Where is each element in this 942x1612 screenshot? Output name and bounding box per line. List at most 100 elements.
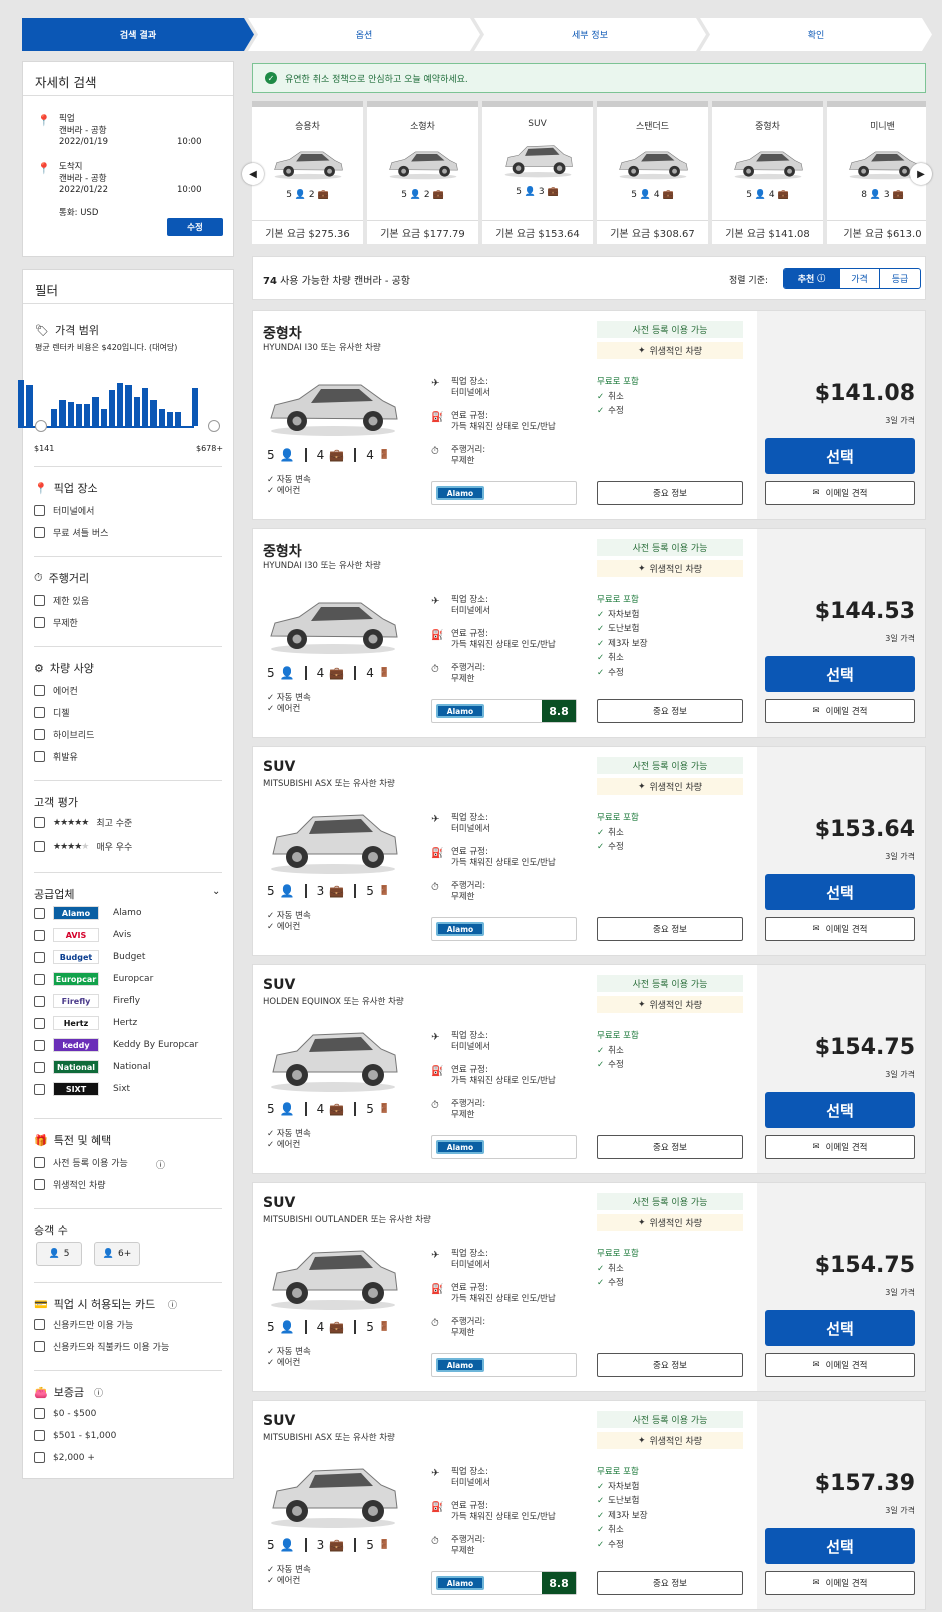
car-specs: 5 👤 4 💼 4 🚪 <box>267 448 400 462</box>
price-slider-min-handle[interactable] <box>35 420 47 432</box>
category-price: 기본 요금 $177.79 <box>367 220 478 244</box>
checkbox[interactable] <box>34 1179 45 1190</box>
edit-search-button[interactable]: 수정 <box>167 218 223 236</box>
checkbox[interactable] <box>34 751 45 762</box>
checkbox[interactable] <box>34 973 45 985</box>
filter-vendor-national[interactable]: National National <box>34 1060 151 1074</box>
checkbox[interactable] <box>34 729 45 740</box>
email-quote-button[interactable]: ✉ 이메일 견적 <box>765 481 915 505</box>
info-icon[interactable]: ⓘ <box>94 1386 103 1399</box>
checkbox[interactable] <box>34 505 45 516</box>
included-item: ✓ 수정 <box>597 667 624 678</box>
sort-rating[interactable]: 등급 <box>880 269 920 288</box>
checkbox[interactable] <box>34 817 45 828</box>
important-info-button[interactable]: 중요 정보 <box>597 481 743 505</box>
filter-vendor-firefly[interactable]: Firefly Firefly <box>34 994 140 1008</box>
price-slider-max-handle[interactable] <box>208 420 220 432</box>
select-button[interactable]: 선택 <box>765 874 915 910</box>
checkbox[interactable] <box>34 995 45 1007</box>
category-tile[interactable]: 스탠더드 5 👤 4 💼 기본 요금 $308.67 <box>597 101 708 244</box>
checkbox[interactable] <box>34 1083 45 1095</box>
important-info-button[interactable]: 중요 정보 <box>597 917 743 941</box>
step-options[interactable]: 옵션 <box>248 18 480 51</box>
checkbox[interactable] <box>34 929 45 941</box>
filter-vendor-hertz[interactable]: Hertz Hertz <box>34 1016 137 1030</box>
important-info-button[interactable]: 중요 정보 <box>597 1353 743 1377</box>
important-info-button[interactable]: 중요 정보 <box>597 1571 743 1595</box>
checkbox[interactable] <box>34 1341 45 1352</box>
price-period: 3일 가격 <box>885 1070 915 1079</box>
email-quote-button[interactable]: ✉ 이메일 견적 <box>765 1135 915 1159</box>
select-button[interactable]: 선택 <box>765 656 915 692</box>
select-button[interactable]: 선택 <box>765 1528 915 1564</box>
filter-vendor-avis[interactable]: AVIS Avis <box>34 928 131 942</box>
filter-vendor-europcar[interactable]: Europcar Europcar <box>34 972 153 986</box>
vendor-filter-title: 공급업체 <box>34 888 75 901</box>
step-details[interactable]: 세부 정보 <box>474 18 706 51</box>
chevron-down-icon[interactable]: ⌄ <box>212 886 220 897</box>
select-button[interactable]: 선택 <box>765 1092 915 1128</box>
checkbox[interactable] <box>34 1408 45 1419</box>
category-tile[interactable]: 소형차 5 👤 2 💼 기본 요금 $177.79 <box>367 101 478 244</box>
info-icon[interactable]: ⓘ <box>156 1158 165 1171</box>
checkbox[interactable] <box>34 1017 45 1029</box>
step-results[interactable]: 검색 결과 <box>22 18 254 51</box>
filter-deposit-0[interactable]: $0 - $500 <box>34 1408 96 1419</box>
filter-rating-5[interactable]: ★★★★★ 최고 수준 <box>34 816 132 829</box>
sort-price[interactable]: 가격 <box>840 269 880 288</box>
select-button[interactable]: 선택 <box>765 1310 915 1346</box>
checkbox[interactable] <box>34 907 45 919</box>
sort-recommended[interactable]: 추천 ⓘ <box>784 269 840 288</box>
prereg-badge: 사전 등록 이용 가능 <box>597 1411 743 1428</box>
included-item: ✓ 취소 <box>597 1525 624 1535</box>
filter-perk-prereg[interactable]: 사전 등록 이용 가능 <box>34 1156 128 1169</box>
important-info-button[interactable]: 중요 정보 <box>597 699 743 723</box>
filter-deposit-2[interactable]: $2,000 + <box>34 1452 95 1463</box>
checkbox[interactable] <box>34 1039 45 1051</box>
filter-pickup-terminal[interactable]: 터미널에서 <box>34 504 94 517</box>
filter-vendor-keddy[interactable]: keddy Keddy By Europcar <box>34 1038 198 1052</box>
email-quote-button[interactable]: ✉ 이메일 견적 <box>765 1571 915 1595</box>
email-quote-button[interactable]: ✉ 이메일 견적 <box>765 1353 915 1377</box>
checkbox[interactable] <box>34 595 45 606</box>
filter-mileage-limited[interactable]: 제한 있음 <box>34 594 89 607</box>
filter-spec-2[interactable]: 하이브리드 <box>34 728 94 741</box>
info-icon[interactable]: ⓘ <box>168 1298 177 1311</box>
checkbox[interactable] <box>34 841 45 852</box>
filter-vendor-alamo[interactable]: Alamo Alamo <box>34 906 141 920</box>
filter-card-debit[interactable]: 신용카드와 직불카드 이용 가능 <box>34 1340 169 1353</box>
pax-5-button[interactable]: 👤 5 <box>36 1242 82 1266</box>
category-tile[interactable]: 중형차 5 👤 4 💼 기본 요금 $141.08 <box>712 101 823 244</box>
carousel-next-button[interactable]: ▶ <box>910 163 932 185</box>
filter-rating-4[interactable]: ★★★★★ 매우 우수 <box>34 840 132 853</box>
filter-card-credit[interactable]: 신용카드만 이용 가능 <box>34 1318 133 1331</box>
filter-mileage-unlimited[interactable]: 무제한 <box>34 616 78 629</box>
checkbox[interactable] <box>34 1157 45 1168</box>
select-button[interactable]: 선택 <box>765 438 915 474</box>
checkbox[interactable] <box>34 707 45 718</box>
category-tile[interactable]: 승용차 5 👤 2 💼 기본 요금 $275.36 <box>252 101 363 244</box>
filter-vendor-sixt[interactable]: SIXT Sixt <box>34 1082 130 1096</box>
step-confirm[interactable]: 확인 <box>700 18 932 51</box>
pax-6-button[interactable]: 👤 6+ <box>94 1242 140 1266</box>
checkbox[interactable] <box>34 1061 45 1073</box>
checkbox[interactable] <box>34 1319 45 1330</box>
important-info-button[interactable]: 중요 정보 <box>597 1135 743 1159</box>
email-quote-button[interactable]: ✉ 이메일 견적 <box>765 917 915 941</box>
checkbox[interactable] <box>34 1452 45 1463</box>
filter-spec-0[interactable]: 에어컨 <box>34 684 78 697</box>
filter-perk-hygiene[interactable]: 위생적인 차량 <box>34 1178 106 1191</box>
checkbox[interactable] <box>34 1430 45 1441</box>
filter-spec-1[interactable]: 디젤 <box>34 706 70 719</box>
checkbox[interactable] <box>34 617 45 628</box>
checkbox[interactable] <box>34 527 45 538</box>
filter-spec-3[interactable]: 휘발유 <box>34 750 78 763</box>
filter-vendor-budget[interactable]: Budget Budget <box>34 950 145 964</box>
checkbox[interactable] <box>34 951 45 963</box>
category-tile[interactable]: SUV 5 👤 3 💼 기본 요금 $153.64 <box>482 101 593 244</box>
email-quote-button[interactable]: ✉ 이메일 견적 <box>765 699 915 723</box>
carousel-prev-button[interactable]: ◀ <box>242 163 264 185</box>
filter-pickup-shuttle[interactable]: 무료 셔틀 버스 <box>34 526 108 539</box>
checkbox[interactable] <box>34 685 45 696</box>
filter-deposit-1[interactable]: $501 - $1,000 <box>34 1430 116 1441</box>
